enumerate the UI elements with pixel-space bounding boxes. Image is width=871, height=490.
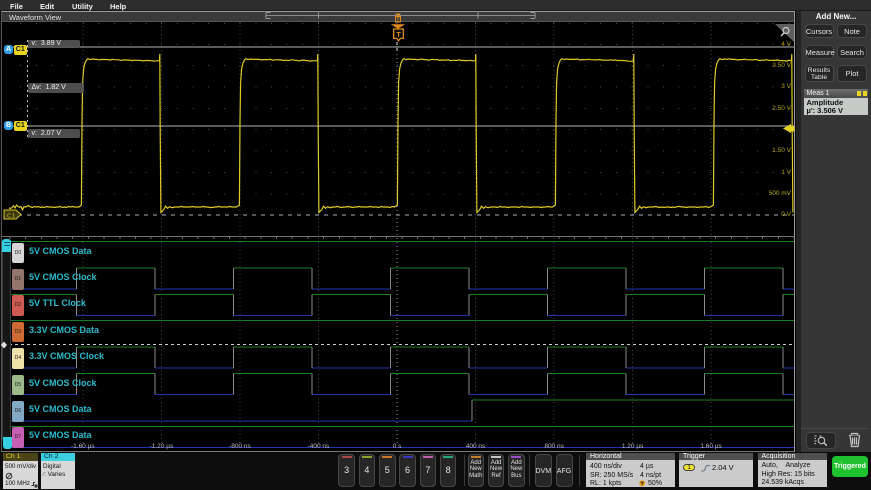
svg-text:C 1: C 1 [7, 214, 15, 220]
svg-text:T: T [396, 30, 401, 39]
